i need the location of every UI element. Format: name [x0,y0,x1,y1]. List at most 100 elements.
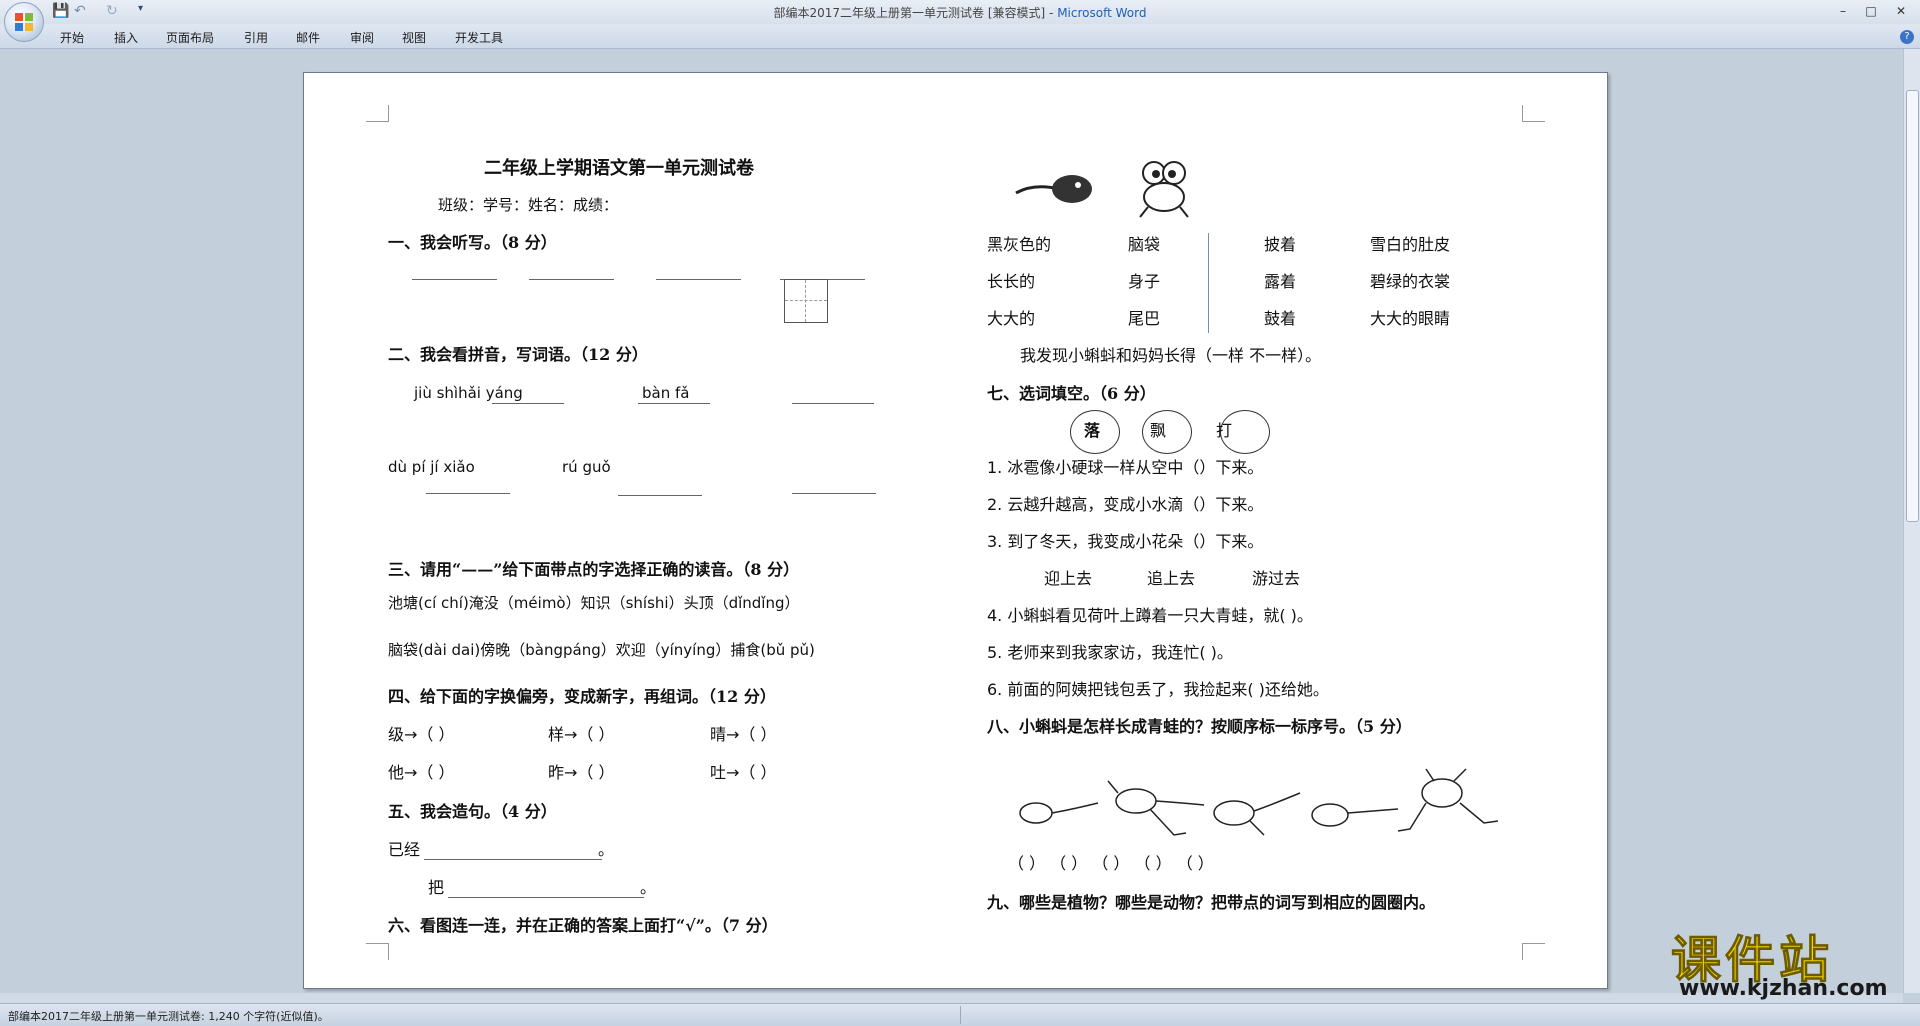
fill-item: 2. 云越升越高，变成小水滴（）下来。 [987,495,1264,514]
maximize-button[interactable]: □ [1858,2,1884,20]
pinyin-1: jiù shìhǎi yáng [414,384,523,402]
match-right-verb: 露着 [1264,272,1297,291]
column-divider [1208,233,1209,333]
document-page[interactable]: 二年级上学期语文第一单元测试卷 班级：学号：姓名：成绩： 一、我会听写。（8 分… [303,72,1608,989]
match-right-noun: 雪白的肚皮 [1370,235,1451,254]
answer-line [792,493,876,494]
fill-item: 1. 冰雹像小硬球一样从空中（）下来。 [987,458,1264,477]
match-left-adj: 长长的 [987,272,1036,291]
minimize-button[interactable]: – [1830,2,1856,20]
fill-item: 5. 老师来到我家家访，我连忙( )。 [987,643,1233,662]
section-3-heading: 三、请用“——”给下面带点的字选择正确的读音。（8 分） [388,560,800,579]
section-9-heading: 九、哪些是植物？哪些是动物？把带点的词写到相应的圆圈内。 [987,893,1436,912]
reading-line-2: 脑袋(dài dai)傍晚（bàngpáng）欢迎（yínyíng）捕食(bǔ … [388,641,815,659]
section-1-heading: 一、我会听写。（8 分） [388,233,557,252]
fill-item: 6. 前面的阿姨把钱包丢了，我捡起来( )还给她。 [987,680,1329,699]
status-bar: 部编本2017二年级上册第一单元测试卷: 1,240 个字符(近似值)。 [0,1003,1920,1026]
sentence-line [448,897,644,898]
tab-page-layout[interactable]: 页面布局 [166,29,214,46]
close-button[interactable]: ✕ [1888,2,1914,20]
section-2-heading: 二、我会看拼音，写词语。（12 分） [388,345,648,364]
sequence-brackets: （ ） （ ） （ ） （ ） （ ） [1008,854,1214,873]
match-right-noun: 碧绿的衣裳 [1370,272,1451,291]
help-icon[interactable]: ? [1900,30,1914,44]
status-text: 部编本2017二年级上册第一单元测试卷: 1,240 个字符(近似值)。 [8,1010,329,1023]
watermark-url: www.kjzhan.com [1679,976,1888,1001]
pinyin-3: dù pí jí xiǎo [388,458,475,476]
answer-line [618,495,702,496]
tab-view[interactable]: 视图 [402,29,426,46]
match-right-verb: 鼓着 [1264,309,1297,328]
sentence-prompt-2: 把 [428,878,445,897]
sentence-prompt-1: 已经 [388,840,421,859]
reading-line-1: 池塘(cí chí)淹没（méimò）知识（shíshi）头顶（dǐndǐng） [388,594,800,612]
radical-item: 吐→（ ） [710,763,777,782]
office-button[interactable] [4,2,44,42]
match-left-noun: 尾巴 [1128,309,1161,328]
radical-item: 昨→（ ） [548,763,615,782]
section-7-heading: 七、选词填空。（6 分） [987,384,1156,403]
tab-references[interactable]: 引用 [244,29,268,46]
tab-insert[interactable]: 插入 [114,29,138,46]
margin-corner-mark [1522,105,1545,122]
radical-item: 晴→（ ） [710,725,777,744]
word-choice: 迎上去 [1044,569,1093,588]
document-name: 部编本2017二年级上册第一单元测试卷 [兼容模式] - [773,6,1058,20]
office-logo-icon [15,13,33,31]
margin-corner-mark [366,105,389,122]
answer-line [529,279,614,280]
tab-home[interactable]: 开始 [60,29,84,46]
match-left-noun: 身子 [1128,272,1161,291]
ribbon-tabs: 开始 插入 页面布局 引用 邮件 审阅 视图 开发工具 [0,24,1920,49]
answer-line [792,403,874,404]
fill-item: 4. 小蝌蚪看见荷叶上蹲着一只大青蛙，就( )。 [987,606,1313,625]
sentence-end: 。 [640,878,657,897]
growth-stages-image [1019,768,1499,836]
status-divider [960,1006,961,1024]
sentence-line [424,859,602,860]
match-right-verb: 披着 [1264,235,1297,254]
section-5-heading: 五、我会造句。（4 分） [388,802,557,821]
radical-item: 级→（ ） [388,725,455,744]
apple-word: 飘 [1150,421,1167,440]
student-info: 班级：学号：姓名：成绩： [438,196,619,214]
app-name: Microsoft Word [1057,6,1147,20]
answer-line [412,279,497,280]
margin-corner-mark [1522,943,1545,960]
section-6-heading: 六、看图连一连，并在正确的答案上面打“√”。（7 分） [388,916,778,935]
tian-grid-box [784,279,828,323]
horizontal-scrollbar[interactable] [0,993,1903,1003]
margin-corner-mark [366,943,389,960]
match-left-adj: 大大的 [987,309,1036,328]
document-title: 二年级上学期语文第一单元测试卷 [484,158,754,179]
pinyin-4: rú guǒ [562,458,611,476]
frog-image [1139,161,1189,218]
section-4-heading: 四、给下面的字换偏旁，变成新字，再组词。（12 分） [388,687,776,706]
word-choice: 游过去 [1252,569,1301,588]
radical-item: 他→（ ） [388,763,455,782]
match-right-noun: 大大的眼睛 [1370,309,1451,328]
answer-line [656,279,741,280]
tadpole-image [1015,175,1092,203]
title-bar: 💾 ↶ ↻ ▾ 部编本2017二年级上册第一单元测试卷 [兼容模式] - Mic… [0,0,1920,42]
window-title: 部编本2017二年级上册第一单元测试卷 [兼容模式] - Microsoft W… [0,4,1920,21]
watermark: 课件站 www.kjzhan.com [1667,920,1907,1002]
section-8-heading: 八、小蝌蚪是怎样长成青蛙的？按顺序标一标序号。（5 分） [987,717,1412,736]
match-left-adj: 黑灰色的 [987,235,1052,254]
radical-item: 样→（ ） [548,725,615,744]
pinyin-2: bàn fǎ [642,384,690,402]
fill-item: 3. 到了冬天，我变成小花朵（）下来。 [987,532,1264,551]
similarity-question: 我发现小蝌蚪和妈妈长得（一样 不一样）。 [1020,346,1322,365]
tab-review[interactable]: 审阅 [350,29,374,46]
sentence-end: 。 [598,840,615,859]
word-choice: 追上去 [1147,569,1196,588]
answer-line [638,403,710,404]
tab-developer[interactable]: 开发工具 [455,29,503,46]
tab-mailings[interactable]: 邮件 [296,29,320,46]
apple-word: 打 [1216,421,1233,440]
answer-line [492,403,564,404]
match-left-noun: 脑袋 [1128,235,1161,254]
answer-line [426,493,510,494]
apple-word: 落 [1084,421,1101,440]
vertical-scroll-thumb[interactable] [1906,90,1919,522]
